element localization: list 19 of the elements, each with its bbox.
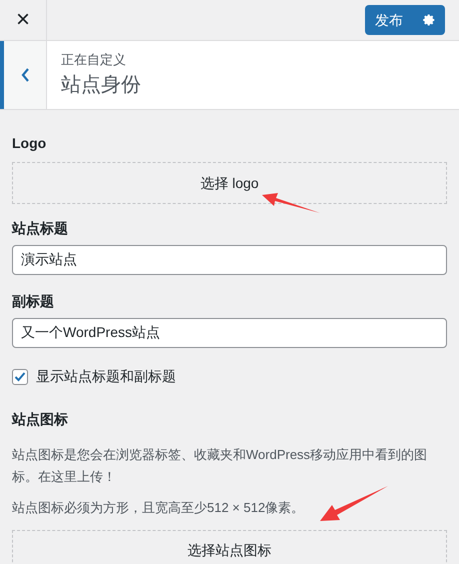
section-title: 站点身份 xyxy=(61,72,141,98)
site-title-field[interactable]: 演示站点 xyxy=(12,245,447,275)
back-button[interactable] xyxy=(0,41,47,109)
settings-icon xyxy=(422,13,436,27)
field-label: 副标题 xyxy=(12,292,55,311)
field-label: 站点图标 xyxy=(12,410,69,429)
back-icon xyxy=(20,68,30,82)
description: 站点图标是您会在浏览器标签、收藏夹和WordPress移动应用中看到的图标。在这里上传！ xyxy=(12,446,428,486)
checkbox[interactable] xyxy=(12,368,28,384)
select-site-icon-button[interactable]: 选择站点图标 xyxy=(12,530,447,564)
arrow-icon xyxy=(262,192,320,214)
checkbox-label: 显示站点标题和副标题 xyxy=(36,367,176,386)
description: 站点图标必须为方形，且宽高至少512 × 512像素。 xyxy=(12,499,304,517)
tagline-field[interactable]: 又一个WordPress站点 xyxy=(12,318,447,348)
breadcrumb: 正在自定义 xyxy=(61,51,127,70)
field-label: Logo xyxy=(12,134,48,153)
field-label: 站点标题 xyxy=(12,219,69,238)
close-button[interactable]: × xyxy=(0,0,47,40)
arrow-icon xyxy=(320,486,388,522)
